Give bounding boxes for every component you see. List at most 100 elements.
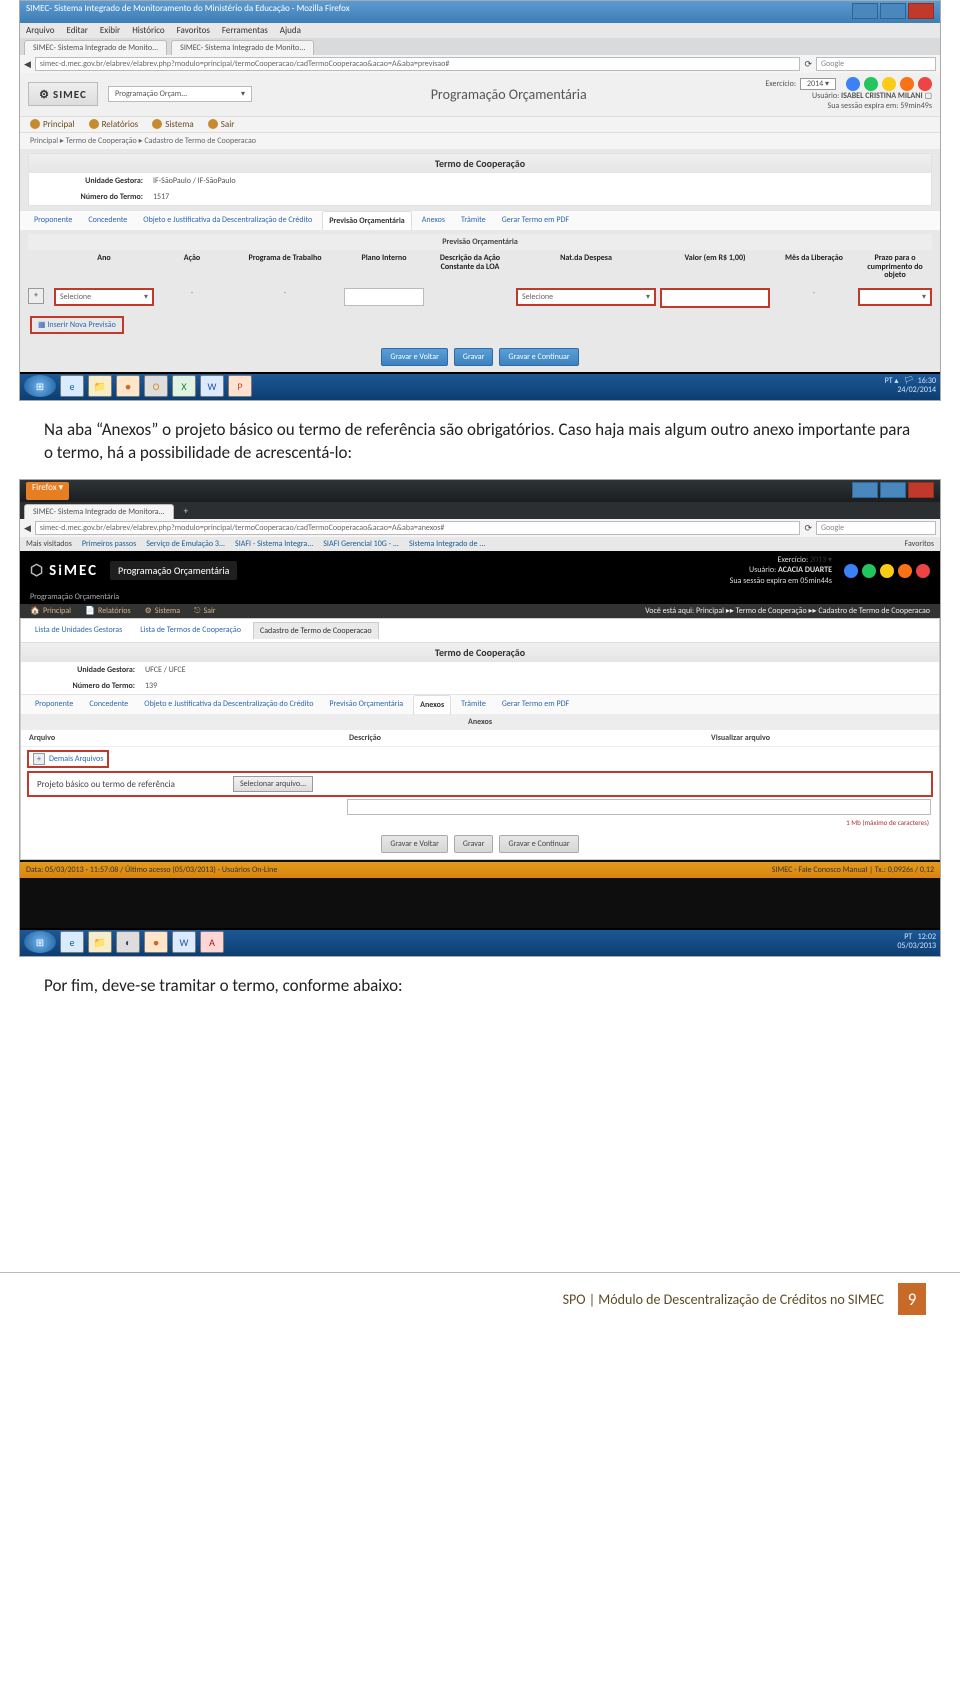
url-input[interactable]: simec-d.mec.gov.br/elabrev/elabrev.php?m… xyxy=(35,521,801,535)
nav-principal[interactable]: Principal xyxy=(30,119,75,130)
menu-history[interactable]: Histórico xyxy=(132,25,164,36)
menu-tools[interactable]: Ferramentas xyxy=(222,25,268,36)
bm-4[interactable]: SIAFI Gerencial 10G - ... xyxy=(323,539,399,549)
nav-sistema[interactable]: ⚙Sistema xyxy=(145,606,181,616)
taskbar-explorer-icon[interactable]: 📁 xyxy=(88,375,112,397)
taskbar-pdf-icon[interactable]: A xyxy=(200,931,224,953)
gravar-button[interactable]: Gravar xyxy=(454,835,494,853)
minimize-button[interactable] xyxy=(852,3,878,19)
taskbar-outlook-icon[interactable]: O xyxy=(144,375,168,397)
module-select[interactable]: Programação Orçam... ▾ xyxy=(108,86,252,102)
menu-bookmarks[interactable]: Favoritos xyxy=(177,25,210,36)
bm-fav[interactable]: Favoritos xyxy=(905,539,935,549)
status-icon[interactable] xyxy=(918,77,932,91)
add-row-button[interactable]: + xyxy=(28,288,44,304)
tab-1[interactable]: SIMEC- Sistema Integrado de Monitora... xyxy=(24,504,174,519)
nav-back-icon[interactable]: ◀ xyxy=(24,523,31,534)
bm-5[interactable]: Sistema Integrado de ... xyxy=(409,539,485,549)
exercise-select[interactable]: 2013 ▾ xyxy=(810,555,832,565)
status-icon[interactable] xyxy=(916,564,930,578)
nav-sair[interactable]: Sair xyxy=(208,119,235,130)
gravar-continuar-button[interactable]: Gravar e Continuar xyxy=(499,835,578,853)
menu-help[interactable]: Ajuda xyxy=(280,25,301,36)
bm-3[interactable]: SIAFI - Sistema Integra... xyxy=(235,539,313,549)
subtab-objeto[interactable]: Objeto e Justificativa da Descentralizaç… xyxy=(138,695,319,714)
tab-lista-ug[interactable]: Lista de Unidades Gestoras xyxy=(29,622,128,639)
natureza-select[interactable]: Selecione▾ xyxy=(516,288,656,306)
gravar-voltar-button[interactable]: Gravar e Voltar xyxy=(381,835,448,853)
status-icon[interactable] xyxy=(882,77,896,91)
url-input[interactable]: simec-d.mec.gov.br/elabrev/elabrev.php?m… xyxy=(35,57,801,71)
subtab-concedente[interactable]: Concedente xyxy=(83,695,134,714)
prazo-select[interactable]: ▾ xyxy=(858,288,932,306)
subtab-objeto[interactable]: Objeto e Justificativa da Descentralizaç… xyxy=(137,211,318,230)
tray-lang[interactable]: PT ▴ xyxy=(885,376,899,386)
taskbar-firefox-icon[interactable]: ● xyxy=(116,375,140,397)
taskbar-word-icon[interactable]: W xyxy=(200,375,224,397)
tab-2[interactable]: SIMEC- Sistema Integrado de Monito... xyxy=(171,40,314,55)
selecionar-arquivo-button[interactable]: Selecionar arquivo... xyxy=(233,776,313,792)
subtab-proponente[interactable]: Proponente xyxy=(28,211,78,230)
inserir-nova-previsao-link[interactable]: ▦ Inserir Nova Previsão xyxy=(30,316,124,334)
subtab-gerar-pdf[interactable]: Gerar Termo em PDF xyxy=(496,211,575,230)
nav-back-icon[interactable]: ◀ xyxy=(24,59,31,70)
nav-relatorios[interactable]: 📄Relatórios xyxy=(85,606,131,616)
status-icon[interactable] xyxy=(900,77,914,91)
subtab-anexos[interactable]: Anexos xyxy=(416,211,451,230)
close-button[interactable] xyxy=(908,3,934,19)
menu-firefox[interactable]: Firefox ▾ xyxy=(26,482,69,500)
subtab-tramite[interactable]: Trâmite xyxy=(455,695,492,714)
status-icon[interactable] xyxy=(880,564,894,578)
user-menu-icon[interactable]: ▢ xyxy=(924,91,932,101)
taskbar-explorer-icon[interactable]: 📁 xyxy=(88,931,112,953)
menu-edit[interactable]: Editar xyxy=(66,25,87,36)
subtab-previsao[interactable]: Previsão Orçamentária xyxy=(322,211,412,230)
gravar-voltar-button[interactable]: Gravar e Voltar xyxy=(381,348,448,366)
new-tab-button[interactable]: + xyxy=(178,504,194,519)
nav-sair[interactable]: ⎋Sair xyxy=(194,606,215,616)
maximize-button[interactable] xyxy=(880,482,906,498)
tab-cadastro[interactable]: Cadastro de Termo de Cooperacao xyxy=(253,622,379,639)
valor-input[interactable] xyxy=(660,288,770,308)
bm-most[interactable]: Mais visitados xyxy=(26,539,72,549)
demais-arquivos-link[interactable]: Demais Arquivos xyxy=(27,750,109,768)
taskbar-media-icon[interactable]: ◐ xyxy=(116,931,140,953)
bm-2[interactable]: Serviço de Emulação 3... xyxy=(146,539,225,549)
taskbar-ie-icon[interactable]: e xyxy=(60,375,84,397)
descricao-input[interactable] xyxy=(347,799,931,815)
subtab-concedente[interactable]: Concedente xyxy=(82,211,133,230)
gravar-continuar-button[interactable]: Gravar e Continuar xyxy=(499,348,578,366)
taskbar-firefox-icon[interactable]: ● xyxy=(144,931,168,953)
search-input[interactable]: Google xyxy=(816,521,936,535)
start-button[interactable]: ⊞ xyxy=(24,931,56,953)
taskbar-ie-icon[interactable]: e xyxy=(60,931,84,953)
exercise-select[interactable]: 2014 ▾ xyxy=(800,78,836,90)
close-button[interactable] xyxy=(908,482,934,498)
status-icon[interactable] xyxy=(844,564,858,578)
subtab-tramite[interactable]: Trâmite xyxy=(455,211,492,230)
taskbar-powerpoint-icon[interactable]: P xyxy=(228,375,252,397)
subtab-proponente[interactable]: Proponente xyxy=(29,695,79,714)
gravar-button[interactable]: Gravar xyxy=(454,348,494,366)
nav-sistema[interactable]: Sistema xyxy=(152,119,194,130)
start-button[interactable]: ⊞ xyxy=(24,375,56,397)
reload-icon[interactable]: ⟳ xyxy=(804,523,812,534)
ano-select[interactable]: Selecione▾ xyxy=(54,288,154,306)
status-icon[interactable] xyxy=(864,77,878,91)
menu-view[interactable]: Exibir xyxy=(100,25,120,36)
plano-input[interactable] xyxy=(344,288,424,306)
reload-icon[interactable]: ⟳ xyxy=(804,59,812,70)
status-icon[interactable] xyxy=(898,564,912,578)
subtab-gerar-pdf[interactable]: Gerar Termo em PDF xyxy=(496,695,575,714)
maximize-button[interactable] xyxy=(880,3,906,19)
tab-1[interactable]: SIMEC- Sistema Integrado de Monito... xyxy=(24,40,167,55)
nav-principal[interactable]: 🏠Principal xyxy=(30,606,71,616)
minimize-button[interactable] xyxy=(852,482,878,498)
menu-file[interactable]: Arquivo xyxy=(26,25,54,36)
nav-relatorios[interactable]: Relatórios xyxy=(89,119,139,130)
search-input[interactable]: Google xyxy=(816,57,936,71)
taskbar-word-icon[interactable]: W xyxy=(172,931,196,953)
status-icon[interactable] xyxy=(862,564,876,578)
subtab-anexos[interactable]: Anexos xyxy=(413,695,451,714)
subtab-previsao[interactable]: Previsão Orçamentária xyxy=(323,695,409,714)
